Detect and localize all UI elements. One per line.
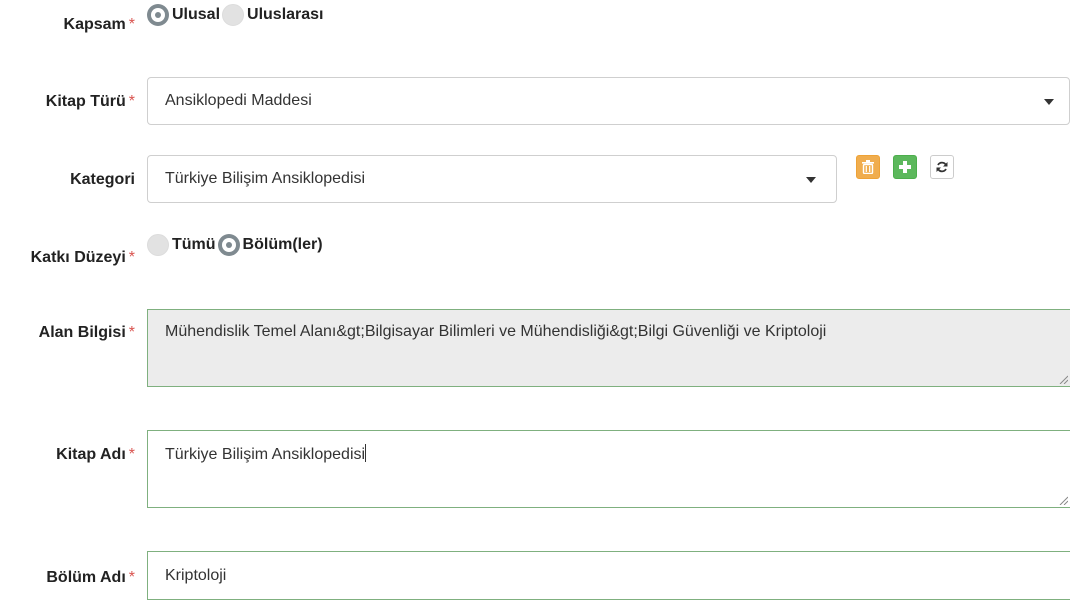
alan-bilgisi-textarea[interactable]: Mühendislik Temel Alanı&gt;Bilgisayar Bi…	[147, 309, 1070, 387]
refresh-icon	[936, 161, 948, 173]
required-mark: *	[128, 16, 135, 33]
kategori-select[interactable]: Türkiye Bilişim Ansiklopedisi	[147, 155, 837, 203]
katki-radio-bolumler[interactable]	[217, 234, 240, 256]
katki-duzeyi-radio-group: Tümü Bölüm(ler)	[147, 234, 325, 256]
kitap-turu-select[interactable]: Ansiklopedi Maddesi	[147, 77, 1070, 125]
chevron-down-icon	[806, 177, 816, 183]
kitap-adi-label: Kitap Adı *	[56, 446, 135, 463]
resize-handle-icon[interactable]	[1058, 495, 1068, 505]
kitap-adi-value: Türkiye Bilişim Ansiklopedisi	[165, 446, 366, 463]
katki-duzeyi-label: Katkı Düzeyi *	[30, 249, 135, 266]
required-mark: *	[128, 324, 135, 341]
refresh-category-button[interactable]	[930, 155, 954, 179]
katki-option-bolumler-label[interactable]: Bölüm(ler)	[243, 235, 323, 255]
kapsam-radio-ulusal[interactable]	[147, 4, 169, 26]
required-mark: *	[128, 249, 135, 266]
kategori-label: Kategori	[70, 171, 135, 188]
add-category-button[interactable]	[893, 155, 917, 179]
katki-radio-tumu[interactable]	[147, 234, 169, 256]
kapsam-radio-group: Ulusal Uluslarası	[147, 4, 326, 26]
kitap-turu-label: Kitap Türü *	[45, 93, 135, 110]
required-mark: *	[128, 93, 135, 110]
required-mark: *	[128, 446, 135, 463]
required-mark: *	[128, 569, 135, 586]
kategori-selected-value: Türkiye Bilişim Ansiklopedisi	[165, 170, 366, 187]
kapsam-option-ulusal-label[interactable]: Ulusal	[172, 5, 220, 25]
kitap-turu-selected-value: Ansiklopedi Maddesi	[165, 92, 312, 109]
trash-icon	[862, 160, 874, 174]
bolum-adi-input[interactable]: Kriptoloji	[147, 551, 1070, 600]
kitap-adi-textarea[interactable]: Türkiye Bilişim Ansiklopedisi	[147, 430, 1070, 508]
alan-bilgisi-label: Alan Bilgisi *	[38, 324, 135, 341]
delete-category-button[interactable]	[856, 155, 880, 179]
alan-bilgisi-value: Mühendislik Temel Alanı&gt;Bilgisayar Bi…	[165, 323, 827, 340]
bolum-adi-label: Bölüm Adı *	[46, 569, 135, 586]
kapsam-radio-uluslarasi[interactable]	[222, 4, 245, 26]
resize-handle-icon[interactable]	[1058, 374, 1068, 384]
kapsam-label: Kapsam *	[63, 16, 135, 33]
plus-icon	[899, 161, 911, 173]
chevron-down-icon	[1044, 99, 1054, 105]
katki-option-tumu-label[interactable]: Tümü	[172, 235, 216, 255]
kapsam-option-uluslarasi-label[interactable]: Uluslarası	[247, 5, 323, 25]
bolum-adi-value: Kriptoloji	[165, 566, 227, 584]
text-cursor	[365, 444, 367, 462]
